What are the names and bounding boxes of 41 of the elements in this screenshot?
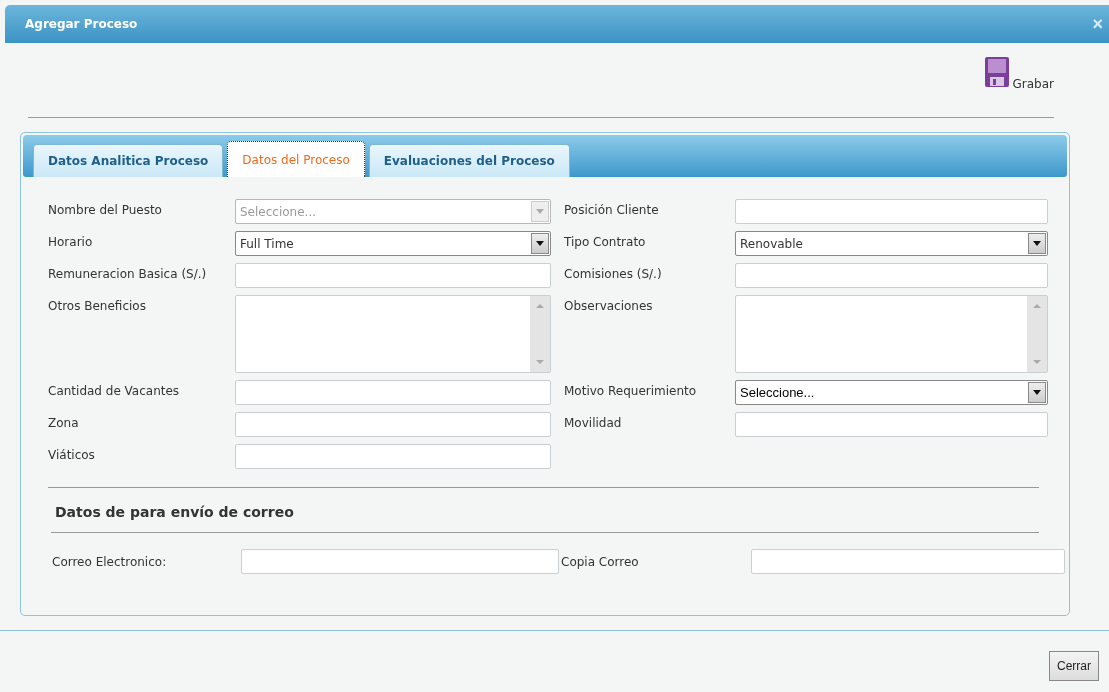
input-field[interactable] — [735, 199, 1048, 224]
input-field[interactable] — [235, 444, 551, 469]
dropdown-field[interactable]: Renovable — [735, 231, 1048, 256]
field-label: Tipo Contrato — [564, 234, 647, 249]
field-label: Correo Electronico: — [52, 554, 168, 569]
input-field[interactable] — [751, 549, 1065, 574]
field-label: Otros Beneficios — [48, 298, 147, 313]
save-button[interactable]: Grabar — [984, 43, 1054, 87]
dropdown-value: Renovable — [739, 236, 804, 251]
dropdown-field[interactable]: Full Time — [235, 231, 551, 256]
field-label: Horario — [48, 234, 94, 249]
field-label: Viáticos — [48, 447, 96, 462]
input-field[interactable] — [735, 412, 1048, 437]
tab[interactable]: Evaluaciones del Proceso — [368, 144, 570, 177]
window-title: Agregar Proceso — [25, 17, 138, 31]
field-label: Zona — [48, 415, 80, 430]
section-title: Datos de para envío de correo — [51, 504, 1039, 533]
text-area[interactable] — [735, 295, 1048, 373]
field-label: Remuneracion Basica (S/.) — [48, 266, 208, 281]
tab[interactable]: Datos Analitica Proceso — [33, 144, 224, 177]
input-field[interactable] — [235, 412, 551, 437]
scrollbar[interactable] — [530, 296, 550, 372]
field-label: Nombre del Puesto — [48, 202, 163, 217]
field-label: Motivo Requerimiento — [564, 383, 698, 398]
dropdown-value: Full Time — [239, 236, 295, 251]
input-field[interactable] — [735, 263, 1048, 288]
field-label: Cantidad de Vacantes — [48, 383, 181, 398]
dropdown-field[interactable]: Seleccione... — [735, 380, 1048, 405]
scrollbar[interactable] — [1027, 296, 1047, 372]
field-label: Posición Cliente — [564, 202, 660, 217]
text-area[interactable] — [235, 295, 551, 373]
input-field[interactable] — [241, 549, 559, 574]
field-label: Observaciones — [564, 298, 654, 313]
input-field[interactable] — [235, 263, 551, 288]
field-label: Comisiones (S/.) — [564, 266, 663, 281]
field-label: Copia Correo — [561, 554, 640, 569]
field-label: Movilidad — [564, 415, 623, 430]
dropdown-placeholder: Seleccione... — [239, 204, 318, 219]
close-dialog-button[interactable]: Cerrar — [1049, 651, 1099, 681]
input-field[interactable] — [235, 380, 551, 405]
dropdown-value: Seleccione... — [739, 385, 816, 400]
